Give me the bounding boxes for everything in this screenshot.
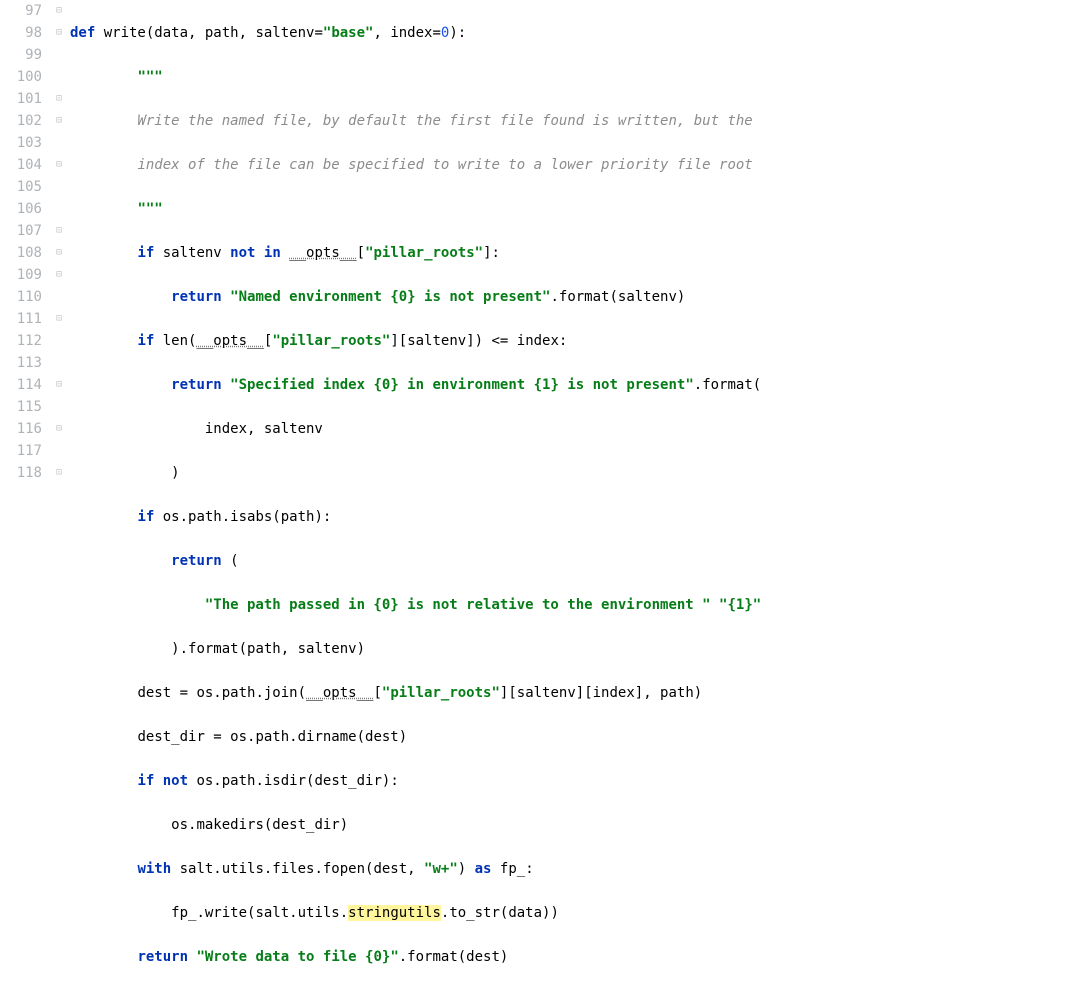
search-highlight: stringutils (348, 905, 441, 921)
line-number: 118 (0, 462, 42, 484)
fold-toggle-icon[interactable]: ⊟ (52, 110, 66, 132)
line-number: 112 (0, 330, 42, 352)
code-line[interactable]: return "Named environment {0} is not pre… (70, 286, 1080, 308)
code-line[interactable]: """ (70, 198, 1080, 220)
code-line[interactable]: dest = os.path.join(__opts__["pillar_roo… (70, 682, 1080, 704)
fold-toggle-icon[interactable]: ⊟ (52, 0, 66, 22)
code-line[interactable]: index, saltenv (70, 418, 1080, 440)
line-number: 113 (0, 352, 42, 374)
line-number: 106 (0, 198, 42, 220)
line-number: 107 (0, 220, 42, 242)
line-number: 108 (0, 242, 42, 264)
code-line[interactable]: if os.path.isabs(path): (70, 506, 1080, 528)
line-number: 98 (0, 22, 42, 44)
code-line[interactable]: """ (70, 66, 1080, 88)
code-editor[interactable]: def write(data, path, saltenv="base", in… (66, 0, 1080, 508)
code-line[interactable]: dest_dir = os.path.dirname(dest) (70, 726, 1080, 748)
line-number: 97 (0, 0, 42, 22)
line-number: 114 (0, 374, 42, 396)
line-number: 117 (0, 440, 42, 462)
code-line[interactable]: fp_.write(salt.utils.stringutils.to_str(… (70, 902, 1080, 924)
code-line[interactable]: return "Specified index {0} in environme… (70, 374, 1080, 396)
line-number-gutter: 97 98 99 100 101 102 103 104 105 106 107… (0, 0, 52, 508)
line-number: 111 (0, 308, 42, 330)
code-line[interactable]: if saltenv not in __opts__["pillar_roots… (70, 242, 1080, 264)
code-line[interactable]: return ( (70, 550, 1080, 572)
fold-toggle-icon[interactable]: ⊡ (52, 88, 66, 110)
fold-toggle-icon[interactable]: ⊟ (52, 264, 66, 286)
line-number: 100 (0, 66, 42, 88)
fold-toggle-icon[interactable]: ⊡ (52, 220, 66, 242)
fold-toggle-icon[interactable]: ⊡ (52, 308, 66, 330)
line-number: 99 (0, 44, 42, 66)
code-line[interactable]: ) (70, 462, 1080, 484)
line-number: 115 (0, 396, 42, 418)
fold-toggle-icon[interactable]: ⊟ (52, 154, 66, 176)
line-number: 105 (0, 176, 42, 198)
code-line[interactable]: "The path passed in {0} is not relative … (70, 594, 1080, 616)
fold-toggle-icon[interactable]: ⊟ (52, 242, 66, 264)
code-line[interactable]: Write the named file, by default the fir… (70, 110, 1080, 132)
code-line[interactable]: with salt.utils.files.fopen(dest, "w+") … (70, 858, 1080, 880)
code-line[interactable]: return "Wrote data to file {0}".format(d… (70, 946, 1080, 968)
code-line[interactable]: if not os.path.isdir(dest_dir): (70, 770, 1080, 792)
line-number: 102 (0, 110, 42, 132)
fold-toggle-icon[interactable]: ⊟ (52, 22, 66, 44)
fold-toggle-icon[interactable]: ⊡ (52, 462, 66, 484)
code-line[interactable]: index of the file can be specified to wr… (70, 154, 1080, 176)
fold-toggle-icon[interactable]: ⊟ (52, 418, 66, 440)
code-line[interactable]: if len(__opts__["pillar_roots"][saltenv]… (70, 330, 1080, 352)
line-number: 109 (0, 264, 42, 286)
line-number: 110 (0, 286, 42, 308)
code-line[interactable]: ).format(path, saltenv) (70, 638, 1080, 660)
code-line[interactable]: def write(data, path, saltenv="base", in… (70, 22, 1080, 44)
line-number: 101 (0, 88, 42, 110)
line-number: 104 (0, 154, 42, 176)
fold-toggle-icon[interactable]: ⊟ (52, 374, 66, 396)
fold-column: ⊟ ⊟ ⊡ ⊟ ⊟ ⊡ ⊟ ⊟ ⊡ ⊟ ⊟ ⊡ (52, 0, 66, 508)
line-number: 116 (0, 418, 42, 440)
line-number: 103 (0, 132, 42, 154)
code-line[interactable]: os.makedirs(dest_dir) (70, 814, 1080, 836)
